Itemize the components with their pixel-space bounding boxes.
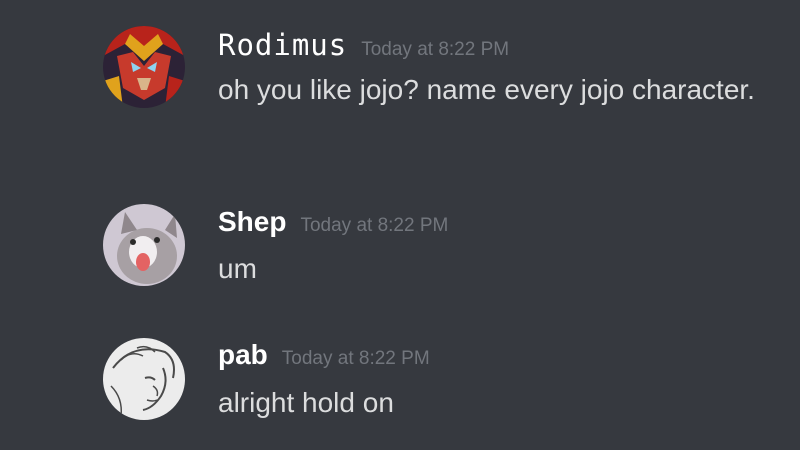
user-avatar[interactable]: [103, 338, 185, 420]
sketch-face-avatar-icon: [103, 338, 185, 420]
message-text: alright hold on: [218, 387, 394, 418]
robot-avatar-icon: [103, 26, 185, 108]
timestamp: Today at 8:22 PM: [281, 348, 430, 369]
cat-avatar-icon: [103, 204, 185, 286]
username[interactable]: Shep: [218, 206, 286, 237]
timestamp: Today at 8:22 PM: [300, 215, 449, 236]
message-text: oh you like jojo? name every jojo charac…: [218, 74, 755, 105]
username[interactable]: Rodimus: [218, 28, 347, 62]
message-header: Rodimus Today at 8:22 PM: [218, 28, 509, 62]
message-header: Shep Today at 8:22 PM: [218, 206, 448, 238]
timestamp: Today at 8:22 PM: [361, 39, 510, 60]
message-text: um: [218, 253, 257, 284]
user-avatar[interactable]: [103, 26, 185, 108]
message-header: pab Today at 8:22 PM: [218, 339, 430, 371]
user-avatar[interactable]: [103, 204, 185, 286]
username[interactable]: pab: [218, 339, 268, 370]
chat-message-list: Rodimus Today at 8:22 PM oh you like jojo…: [0, 0, 800, 450]
